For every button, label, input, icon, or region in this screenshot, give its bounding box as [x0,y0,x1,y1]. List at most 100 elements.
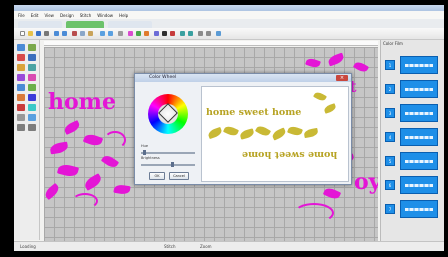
color-film-thumbnail[interactable] [400,56,438,74]
main-toolbar [14,28,444,40]
status-left: Loading [20,244,36,249]
satin-tool-icon[interactable] [28,84,36,91]
thread-icon[interactable] [144,31,149,36]
cancel-button[interactable]: Cancel [169,172,189,180]
cut-icon[interactable] [72,31,77,36]
preview-icon[interactable] [216,31,221,36]
group-icon[interactable] [206,31,211,36]
color-film-panel: Color Film 1 2 3 4 5 6 7 [380,40,444,245]
undo-icon[interactable] [54,31,59,36]
zoom-in-icon[interactable] [100,31,105,36]
ornament-leaf [254,124,272,138]
embroidery-leaf [82,132,104,148]
color-film-thumbnail[interactable] [400,104,438,122]
save-icon[interactable] [36,31,41,36]
menu-item-window[interactable]: Window [97,13,113,18]
ornament-leaf [303,127,319,139]
rotate-icon[interactable] [180,31,185,36]
color-film-number: 5 [385,156,395,166]
ornament-leaf [270,127,288,141]
design-preview: home sweet home home sweet home [201,86,349,182]
grid-icon[interactable] [118,31,123,36]
embroidery-leaf [44,182,62,201]
menu-item-view[interactable]: View [44,13,54,18]
hue-slider-label: Hue [141,144,149,148]
line-tool-icon[interactable] [28,54,36,61]
fill-tool-icon[interactable] [28,64,36,71]
zoom-out-icon[interactable] [108,31,113,36]
color-film-thumbnail[interactable] [400,80,438,98]
select-tool-icon[interactable] [17,44,25,51]
ribbon-tab-active[interactable] [66,21,104,28]
run-tool-icon[interactable] [17,94,25,101]
preview-text: home sweet home [206,107,302,118]
canvas-word-oy: oy [354,169,378,195]
color-film-number: 3 [385,108,395,118]
color-film-number: 2 [385,84,395,94]
application-window: File Edit View Design Stitch Window Help [14,5,444,251]
embroidery-leaf [62,120,82,135]
node-tool-icon[interactable] [28,124,36,131]
curve-tool-icon[interactable] [17,64,25,71]
ellipse-tool-icon[interactable] [28,74,36,81]
align-icon[interactable] [198,31,203,36]
ribbon-tab[interactable] [18,21,62,28]
ribbon-tabs [14,19,444,28]
dialog-title-bar: Color Wheel × [135,74,351,82]
applique-tool-icon[interactable] [17,84,25,91]
menu-item-file[interactable]: File [18,13,25,18]
menu-item-help[interactable]: Help [119,13,128,18]
ornament-leaf [287,124,303,138]
color-wheel-dialog: Color Wheel × Hue Brightness OK Cancel h… [134,73,352,185]
ornament-leaf [323,103,337,114]
zoom-tool-icon[interactable] [28,114,36,121]
paste-icon[interactable] [88,31,93,36]
stitch-icon[interactable] [136,31,141,36]
text-tool-icon[interactable] [17,54,25,61]
hand-tool-icon[interactable] [17,114,25,121]
shape-tool-icon[interactable] [17,104,25,111]
embroidery-leaf [49,141,69,155]
magic-tool-icon[interactable] [28,104,36,111]
preview-text-mirrored: home sweet home [242,149,338,160]
color-film-thumbnail[interactable] [400,176,438,194]
color-film-thumbnail[interactable] [400,152,438,170]
rect-tool-icon[interactable] [17,74,25,81]
hue-slider[interactable] [141,150,195,155]
menu-item-design[interactable]: Design [60,13,74,18]
measure-tool-icon[interactable] [17,124,25,131]
screen: File Edit View Design Stitch Window Help [0,0,448,257]
menu-item-edit[interactable]: Edit [31,13,39,18]
dialog-title: Color Wheel [149,75,177,80]
open-icon[interactable] [28,31,33,36]
color-icon[interactable] [128,31,133,36]
embroidery-swirl [104,131,126,149]
embroidery-leaf [322,186,342,201]
brightness-slider[interactable] [141,162,195,167]
menu-item-stitch[interactable]: Stitch [80,13,92,18]
mirror-icon[interactable] [188,31,193,36]
shape-icon[interactable] [170,31,175,36]
color-film-thumbnail[interactable] [400,128,438,146]
close-icon[interactable]: × [336,75,348,81]
embroidery-leaf [352,60,370,74]
cross-tool-icon[interactable] [28,94,36,101]
slider-knob[interactable] [143,150,146,155]
text-icon[interactable] [162,31,167,36]
embroidery-leaf [82,173,104,191]
copy-icon[interactable] [80,31,85,36]
ok-button[interactable]: OK [149,172,165,180]
status-mid: Stitch [164,244,176,249]
ribbon-tab[interactable] [108,21,152,28]
embroidery-swirl [294,203,334,223]
embroidery-leaf [326,52,346,67]
redo-icon[interactable] [62,31,67,36]
color-film-thumbnail[interactable] [400,200,438,218]
hoop-icon[interactable] [154,31,159,36]
slider-knob[interactable] [171,162,174,167]
lasso-tool-icon[interactable] [28,44,36,51]
new-icon[interactable] [20,31,25,36]
print-icon[interactable] [44,31,49,36]
menu-bar: File Edit View Design Stitch Window Help [14,11,444,19]
top-ruler [44,41,378,46]
